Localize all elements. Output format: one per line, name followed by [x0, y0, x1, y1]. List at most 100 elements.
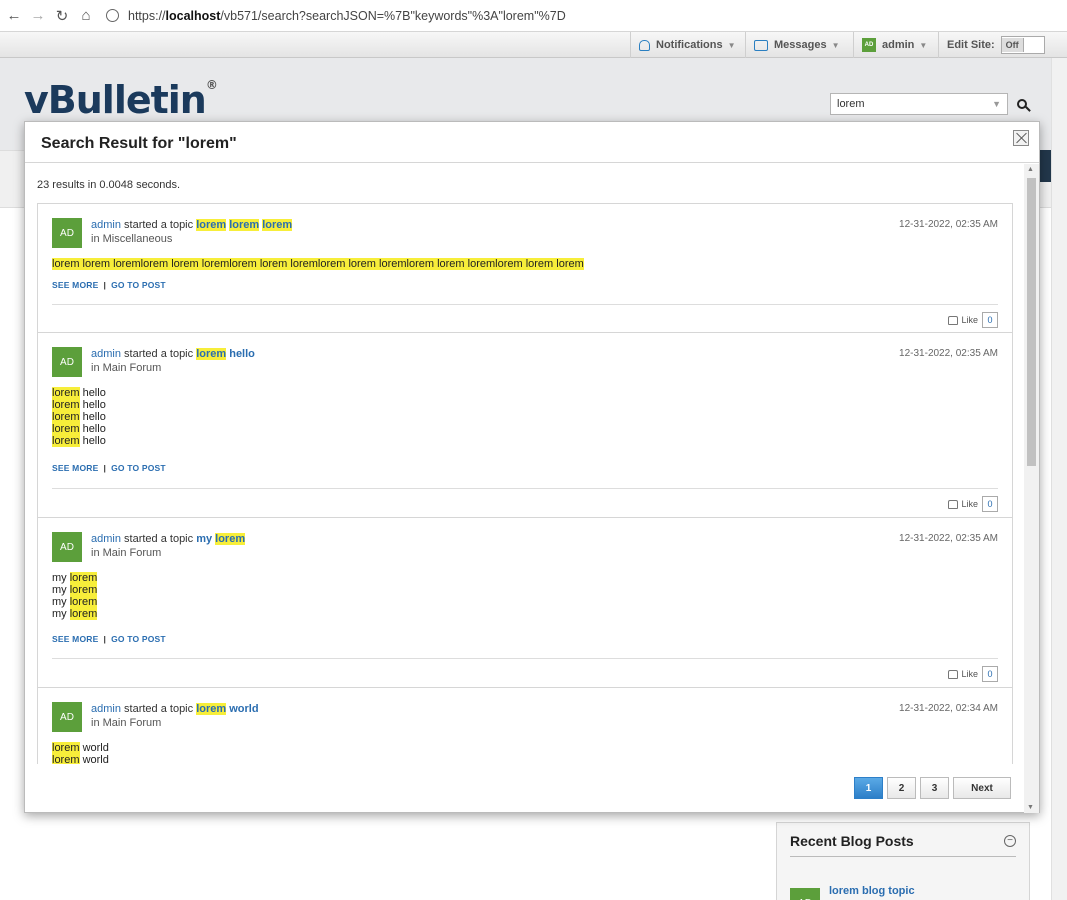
excerpt-text: my — [52, 572, 70, 584]
author-link[interactable]: admin — [91, 348, 121, 360]
search-input[interactable]: lorem ▼ — [830, 93, 1008, 115]
chevron-down-icon: ▼ — [919, 40, 928, 50]
excerpt-line: my lorem — [52, 608, 98, 620]
forum-line: in Main Forum — [91, 717, 161, 729]
go-to-post-link[interactable]: GO TO POST — [111, 280, 166, 290]
site-logo[interactable]: vBulletin® — [24, 78, 218, 122]
site-info-icon[interactable] — [106, 9, 119, 22]
avatar[interactable]: AD — [52, 532, 82, 562]
chevron-down-icon[interactable]: ▼ — [992, 99, 1001, 109]
next-page-button[interactable]: Next — [953, 777, 1011, 799]
user-menu[interactable]: AD admin ▼ — [853, 32, 935, 58]
like-count: 0 — [982, 666, 998, 682]
go-to-post-link[interactable]: GO TO POST — [111, 463, 166, 473]
topic-title-link[interactable]: lorem world — [196, 703, 259, 715]
forum-link[interactable]: Main Forum — [103, 362, 162, 374]
see-more-link[interactable]: SEE MORE — [52, 463, 98, 473]
reload-icon[interactable]: ↻ — [52, 6, 72, 26]
messages-label: Messages — [774, 39, 827, 51]
author-link[interactable]: admin — [91, 219, 121, 231]
like-control[interactable]: Like 0 — [948, 312, 998, 328]
highlight: lorem — [52, 435, 80, 447]
highlight: lorem — [52, 411, 80, 423]
forum-line: in Miscellaneous — [91, 233, 172, 245]
post-excerpt: lorem world lorem world — [52, 742, 109, 764]
excerpt-line: lorem hello — [52, 387, 106, 399]
messages-menu[interactable]: Messages ▼ — [745, 32, 848, 58]
result-links: SEE MORE | GO TO POST — [52, 280, 166, 290]
edit-site-toggle[interactable]: Off — [1000, 36, 1045, 54]
excerpt-text: my — [52, 584, 70, 596]
avatar[interactable]: AD — [52, 347, 82, 377]
home-icon[interactable]: ⌂ — [76, 6, 96, 26]
divider — [790, 856, 1016, 857]
page-scrollbar[interactable] — [1051, 58, 1067, 900]
topic-pre: my — [196, 533, 213, 545]
like-control[interactable]: Like 0 — [948, 496, 998, 512]
highlight: lorem — [196, 703, 227, 715]
forum-link[interactable]: Miscellaneous — [103, 233, 173, 245]
notifications-menu[interactable]: Notifications ▼ — [630, 32, 744, 58]
author-link[interactable]: admin — [91, 703, 121, 715]
highlighted-excerpt: lorem lorem loremlorem lorem loremlorem … — [52, 258, 584, 270]
highlight: lorem — [215, 533, 246, 545]
excerpt-line: lorem hello — [52, 423, 106, 435]
post-date: 12-31-2022, 02:35 AM — [899, 219, 998, 230]
back-arrow-icon[interactable]: ← — [4, 6, 24, 26]
post-date: 12-31-2022, 02:35 AM — [899, 348, 998, 359]
forward-arrow-icon[interactable]: → — [28, 6, 48, 26]
excerpt-text: my — [52, 596, 70, 608]
page-button-1[interactable]: 1 — [854, 777, 883, 799]
page-button-2[interactable]: 2 — [887, 777, 916, 799]
in-label: in — [91, 362, 100, 374]
topic-rest: hello — [229, 348, 255, 360]
page-button-3[interactable]: 3 — [920, 777, 949, 799]
excerpt-line: my lorem — [52, 584, 98, 596]
search-input-value: lorem — [837, 98, 865, 110]
divider — [52, 488, 998, 489]
dialog-scrollbar[interactable]: ▲ ▼ — [1024, 164, 1039, 813]
excerpt-text: hello — [79, 411, 106, 423]
bell-icon — [639, 39, 650, 51]
excerpt-line: my lorem — [52, 572, 98, 584]
post-excerpt: lorem lorem loremlorem lorem loremlorem … — [52, 258, 584, 270]
scroll-down-icon[interactable]: ▼ — [1027, 804, 1034, 811]
excerpt-line: lorem world — [52, 742, 109, 754]
result-header: admin started a topic lorem hello — [91, 348, 255, 360]
blog-post-link[interactable]: lorem blog topic — [829, 885, 915, 897]
topic-title-link[interactable]: lorem hello — [196, 348, 255, 360]
topic-title-link[interactable]: lorem lorem lorem — [196, 219, 293, 231]
forum-line: in Main Forum — [91, 362, 161, 374]
close-icon[interactable] — [1013, 130, 1029, 146]
results-list: AD admin started a topic lorem lorem lor… — [37, 203, 1013, 764]
avatar[interactable]: AD — [52, 218, 82, 248]
chevron-down-icon: ▼ — [831, 40, 840, 50]
search-result-item: AD admin started a topic my lorem in Mai… — [38, 518, 1012, 688]
site-topbar: Notifications ▼ Messages ▼ AD admin ▼ Ed… — [0, 32, 1067, 58]
dialog-header: Search Result for "lorem" — [25, 122, 1039, 163]
like-control[interactable]: Like 0 — [948, 666, 998, 682]
avatar[interactable]: AD — [52, 702, 82, 732]
forum-link[interactable]: Main Forum — [103, 547, 162, 559]
excerpt-line: lorem world — [52, 754, 109, 764]
forum-line: in Main Forum — [91, 547, 161, 559]
author-link[interactable]: admin — [91, 533, 121, 545]
address-bar[interactable]: https://localhost/vb571/search?searchJSO… — [106, 4, 606, 28]
search-button[interactable] — [1010, 93, 1034, 115]
see-more-link[interactable]: SEE MORE — [52, 280, 98, 290]
highlight: lorem — [52, 423, 80, 435]
action-text: started a topic — [124, 348, 194, 360]
forum-link[interactable]: Main Forum — [103, 717, 162, 729]
search-results-dialog: Search Result for "lorem" 23 results in … — [24, 121, 1040, 813]
scrollbar-thumb[interactable] — [1027, 178, 1036, 466]
topic-title-link[interactable]: my lorem — [196, 533, 246, 545]
result-header: admin started a topic my lorem — [91, 533, 246, 545]
collapse-icon[interactable]: − — [1004, 835, 1016, 847]
see-more-link[interactable]: SEE MORE — [52, 634, 98, 644]
excerpt-line: lorem hello — [52, 399, 106, 411]
scroll-up-icon[interactable]: ▲ — [1027, 166, 1034, 173]
result-header: admin started a topic lorem lorem lorem — [91, 219, 293, 231]
go-to-post-link[interactable]: GO TO POST — [111, 634, 166, 644]
result-links: SEE MORE | GO TO POST — [52, 634, 166, 644]
excerpt-text: world — [79, 754, 109, 764]
